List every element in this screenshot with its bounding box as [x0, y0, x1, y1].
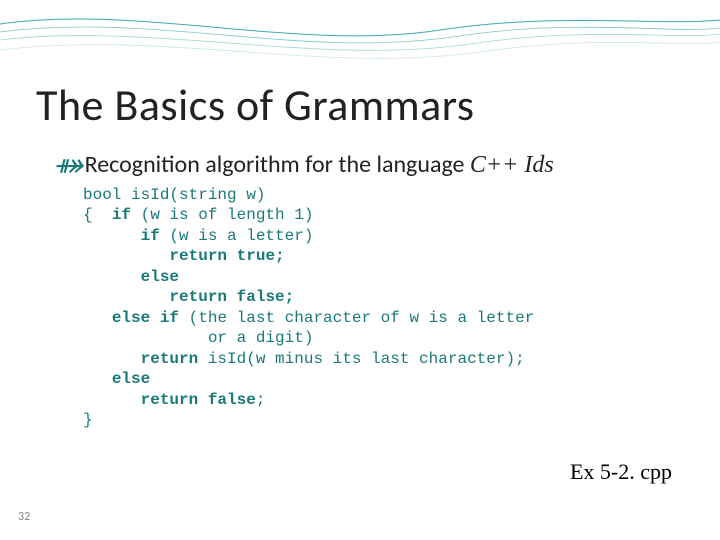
bullet-item: ⤁ Recognition algorithm for the language… [55, 150, 680, 179]
decorative-waves [0, 0, 720, 90]
slide-body: ⤁ Recognition algorithm for the language… [55, 150, 680, 431]
footer-reference: Ex 5-2. cpp [570, 459, 672, 485]
bullet-text: Recognition algorithm for the language C… [85, 150, 554, 179]
slide-title: The Basics of Grammars [36, 78, 475, 132]
code-block: bool isId(string w) { if (w is of length… [83, 185, 680, 431]
bullet-icon: ⤁ [55, 152, 79, 179]
slide-number: 32 [18, 510, 30, 524]
